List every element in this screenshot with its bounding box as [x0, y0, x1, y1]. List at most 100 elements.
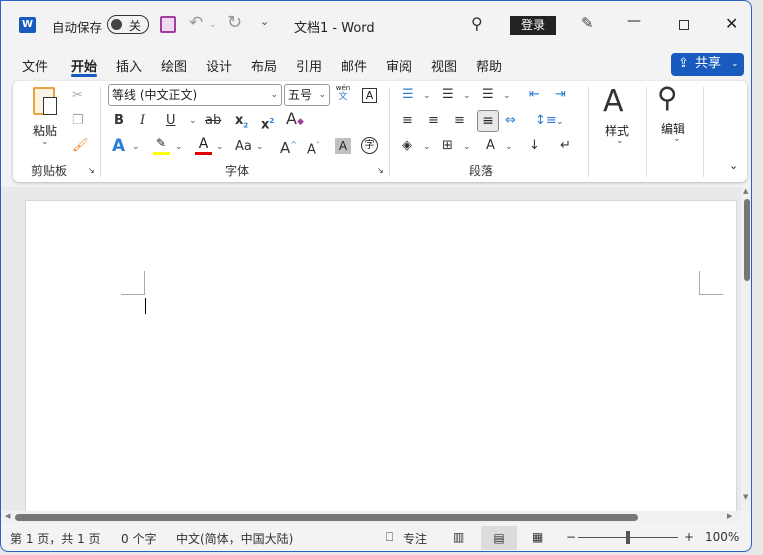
- language[interactable]: 中文(简体，中国大陆): [176, 530, 293, 547]
- maximize-icon[interactable]: [679, 20, 689, 30]
- cut-icon[interactable]: ✂: [72, 87, 83, 105]
- font-launcher-icon[interactable]: ↘: [377, 166, 384, 175]
- font-size-select[interactable]: 五号 ⌄: [284, 84, 330, 106]
- highlight-dropdown-icon[interactable]: ⌄: [175, 138, 183, 156]
- multilevel-list-icon[interactable]: ☰: [482, 86, 494, 104]
- clear-formatting-icon[interactable]: A◆: [286, 110, 304, 131]
- undo-icon[interactable]: ↶: [189, 13, 203, 33]
- horizontal-scroll-thumb[interactable]: [15, 514, 638, 521]
- redo-icon[interactable]: ↻: [227, 12, 242, 33]
- font-color-button[interactable]: A: [195, 137, 212, 155]
- tab-insert[interactable]: 插入: [116, 56, 142, 75]
- change-case-icon[interactable]: Aa: [235, 138, 252, 156]
- shading-icon[interactable]: ◈: [402, 137, 412, 155]
- highlight-color-button[interactable]: ✎: [153, 136, 170, 155]
- zoom-level[interactable]: 100%: [705, 530, 739, 544]
- save-icon[interactable]: [160, 16, 176, 33]
- font-color-dropdown-icon[interactable]: ⌄: [216, 138, 224, 156]
- read-mode-icon[interactable]: ▥: [453, 530, 464, 544]
- vertical-scrollbar[interactable]: ▲ ▼: [741, 187, 751, 511]
- change-case-dropdown-icon[interactable]: ⌄: [256, 138, 264, 156]
- align-center-icon[interactable]: ≡: [428, 112, 439, 130]
- text-effects-dropdown-icon[interactable]: ⌄: [132, 138, 140, 156]
- format-painter-icon[interactable]: 🖌: [72, 137, 89, 155]
- zoom-in-icon[interactable]: +: [684, 530, 694, 544]
- print-layout-button[interactable]: ▤: [481, 526, 517, 550]
- clipboard-launcher-icon[interactable]: ↘: [88, 166, 95, 175]
- text-effects-icon[interactable]: A: [112, 137, 125, 155]
- document-page[interactable]: [25, 200, 737, 520]
- align-right-icon[interactable]: ≡: [454, 112, 465, 130]
- numbering-dropdown-icon[interactable]: ⌄: [463, 87, 471, 105]
- italic-icon[interactable]: I: [140, 112, 145, 130]
- justify-button[interactable]: ≡: [477, 110, 499, 132]
- vertical-scroll-thumb[interactable]: [744, 199, 750, 281]
- focus-label[interactable]: 专注: [403, 530, 427, 547]
- focus-icon[interactable]: ⎕: [386, 530, 393, 545]
- enclose-characters-icon[interactable]: 字: [361, 137, 378, 154]
- numbering-icon[interactable]: ☰: [442, 86, 454, 104]
- multilevel-dropdown-icon[interactable]: ⌄: [503, 87, 511, 105]
- coauthoring-icon[interactable]: ✎: [581, 14, 594, 32]
- sort-icon[interactable]: ↓: [529, 137, 540, 155]
- borders-icon[interactable]: ⊞: [442, 137, 453, 155]
- word-count[interactable]: 0 个字: [121, 530, 156, 547]
- bold-icon[interactable]: B: [114, 112, 124, 130]
- tab-references[interactable]: 引用: [296, 56, 322, 75]
- autosave-toggle[interactable]: 关: [107, 15, 149, 34]
- borders-dropdown-icon[interactable]: ⌄: [463, 138, 471, 156]
- collapse-ribbon-icon[interactable]: ⌄: [729, 159, 738, 172]
- tab-design[interactable]: 设计: [206, 56, 232, 75]
- asian-layout-icon[interactable]: A: [486, 137, 495, 155]
- paste-dropdown-icon[interactable]: ⌄: [41, 137, 49, 147]
- styles-dropdown-icon[interactable]: ⌄: [616, 136, 624, 146]
- minimize-icon[interactable]: —: [627, 13, 641, 29]
- underline-icon[interactable]: U: [166, 112, 176, 130]
- tab-file[interactable]: 文件: [22, 56, 48, 75]
- character-border-icon[interactable]: A: [362, 88, 377, 103]
- bullets-icon[interactable]: ☰: [402, 86, 414, 104]
- subscript-icon[interactable]: x2: [235, 112, 248, 135]
- grow-font-icon[interactable]: A^: [280, 136, 297, 157]
- superscript-icon[interactable]: x2: [261, 112, 274, 134]
- character-shading-icon[interactable]: A: [335, 138, 351, 154]
- tab-layout[interactable]: 布局: [251, 56, 277, 75]
- tab-view[interactable]: 视图: [431, 56, 457, 75]
- tab-draw[interactable]: 绘图: [161, 56, 187, 75]
- increase-indent-icon[interactable]: ⇥: [555, 86, 566, 104]
- underline-dropdown-icon[interactable]: ⌄: [189, 112, 197, 130]
- find-icon[interactable]: ⚲: [657, 81, 678, 114]
- shading-dropdown-icon[interactable]: ⌄: [423, 138, 431, 156]
- align-left-icon[interactable]: ≡: [402, 112, 413, 130]
- copy-icon[interactable]: ❐: [72, 112, 84, 130]
- tab-mailings[interactable]: 邮件: [341, 56, 367, 75]
- signin-button[interactable]: 登录: [510, 16, 556, 35]
- line-spacing-icon[interactable]: ↕≡: [535, 112, 557, 130]
- page-count[interactable]: 第 1 页，共 1 页: [10, 530, 101, 547]
- zoom-out-icon[interactable]: −: [566, 530, 576, 544]
- show-marks-icon[interactable]: ↵: [560, 137, 571, 155]
- distributed-icon[interactable]: ⇔: [505, 112, 516, 130]
- zoom-slider[interactable]: [578, 531, 678, 544]
- paste-icon[interactable]: [33, 87, 57, 115]
- styles-icon[interactable]: A: [603, 84, 624, 119]
- share-dropdown-icon[interactable]: ⌄: [731, 53, 739, 75]
- decrease-indent-icon[interactable]: ⇤: [529, 86, 540, 104]
- bullets-dropdown-icon[interactable]: ⌄: [423, 87, 431, 105]
- shrink-font-icon[interactable]: Aˇ: [307, 137, 320, 159]
- search-icon[interactable]: ⚲: [471, 14, 483, 33]
- tab-help[interactable]: 帮助: [476, 56, 502, 75]
- tab-home[interactable]: 开始: [71, 56, 97, 75]
- line-spacing-dropdown-icon[interactable]: ⌄: [556, 113, 564, 131]
- share-button[interactable]: ⇪ 共享 ⌄: [671, 53, 744, 76]
- editing-dropdown-icon[interactable]: ⌄: [673, 134, 681, 144]
- tab-review[interactable]: 审阅: [386, 56, 412, 75]
- strikethrough-icon[interactable]: ab: [205, 112, 221, 130]
- phonetic-guide-button[interactable]: wén 文: [335, 84, 351, 102]
- font-name-select[interactable]: 等线 (中文正文) ⌄: [108, 84, 282, 106]
- horizontal-scrollbar[interactable]: ◀ ▶: [1, 511, 741, 523]
- undo-dropdown-icon[interactable]: ⌄: [209, 20, 217, 30]
- web-layout-icon[interactable]: ▦: [532, 530, 543, 544]
- close-icon[interactable]: ✕: [725, 14, 738, 33]
- customize-toolbar-icon[interactable]: ⌄: [260, 15, 269, 28]
